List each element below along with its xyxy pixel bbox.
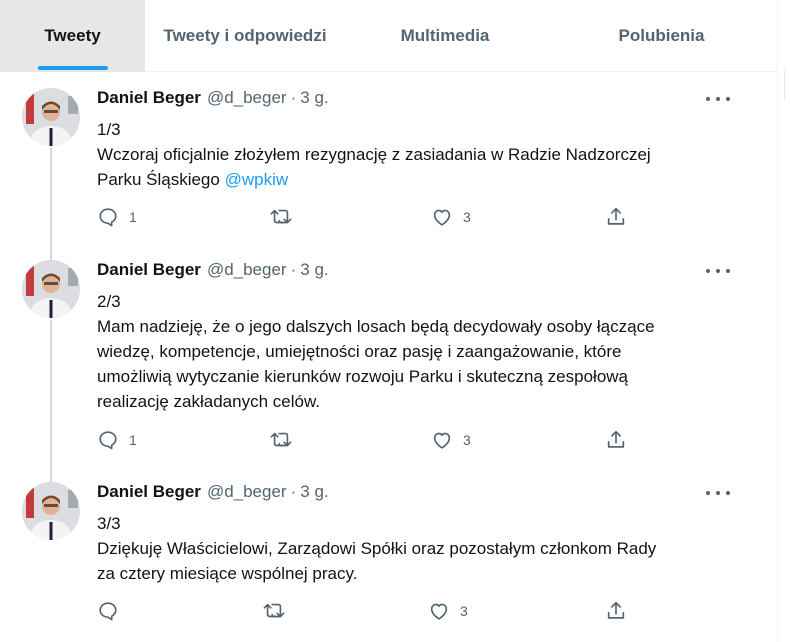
share-icon	[605, 600, 627, 622]
tab-tweets[interactable]: Tweety	[0, 0, 145, 72]
share-button[interactable]	[605, 205, 627, 229]
separator: ·	[290, 88, 297, 107]
like-icon	[431, 429, 453, 451]
more-icon[interactable]	[706, 266, 730, 276]
author-name[interactable]: Daniel Beger	[97, 482, 201, 502]
like-count: 3	[463, 209, 471, 225]
thread-connector	[50, 148, 52, 260]
mention-link[interactable]: @wpkiw	[225, 170, 289, 189]
tweet-actions: 1 3	[97, 205, 737, 229]
thread-connector	[50, 320, 52, 482]
like-count: 3	[463, 432, 471, 448]
author-handle[interactable]: @d_beger	[207, 260, 287, 280]
tab-likes[interactable]: Polubienia	[545, 0, 778, 72]
separator: ·	[290, 482, 297, 501]
reply-icon	[97, 600, 119, 622]
retweet-icon	[269, 429, 293, 451]
author-handle[interactable]: @d_beger	[207, 88, 287, 108]
active-tab-indicator	[38, 66, 108, 70]
retweet-icon	[269, 206, 293, 228]
like-button[interactable]: 3	[431, 205, 471, 229]
share-icon	[605, 206, 627, 228]
tweet-header: Daniel Beger @d_beger · 3 g.	[97, 260, 329, 282]
timestamp[interactable]: 3 g.	[300, 88, 328, 108]
profile-tabs: Tweety Tweety i odpowiedzi Multimedia Po…	[0, 0, 778, 72]
timestamp[interactable]: 3 g.	[300, 482, 328, 502]
share-button[interactable]	[605, 599, 627, 623]
tweet-line: 3/3	[97, 514, 121, 533]
tweet-line: 1/3	[97, 120, 121, 139]
tweet-line: realizację zakładanych celów.	[97, 392, 321, 411]
like-icon	[428, 600, 450, 622]
tweet-line: Mam nadzieję, że o jego dalszych losach …	[97, 317, 655, 336]
tweet-line: wiedzę, kompetencje, umiejętności oraz p…	[97, 342, 622, 361]
share-icon	[605, 429, 627, 451]
like-count: 3	[460, 603, 468, 619]
tab-media[interactable]: Multimedia	[345, 0, 545, 72]
profile-timeline: Tweety Tweety i odpowiedzi Multimedia Po…	[0, 0, 778, 642]
retweet-button[interactable]	[269, 205, 303, 229]
author-name[interactable]: Daniel Beger	[97, 260, 201, 280]
tweet-line: Wczoraj oficjalnie złożyłem rezygnację z…	[97, 145, 651, 164]
tab-label: Multimedia	[400, 26, 490, 45]
tweet-line-text: Parku Śląskiego	[97, 170, 225, 189]
like-icon	[431, 206, 453, 228]
tweet-actions: 3	[97, 599, 737, 623]
tweet[interactable]: Daniel Beger @d_beger · 3 g. 1/3 Wczoraj…	[0, 88, 778, 260]
tweet-text: 1/3 Wczoraj oficjalnie złożyłem rezygnac…	[97, 117, 737, 192]
tweet-actions: 1 3	[97, 428, 737, 452]
tweet-line: Dziękuję Właścicielowi, Zarządowi Spółki…	[97, 539, 657, 558]
tweet-line: Parku Śląskiego @wpkiw	[97, 167, 737, 192]
tab-tweets-and-replies[interactable]: Tweety i odpowiedzi	[145, 0, 345, 72]
reply-icon	[97, 206, 119, 228]
timestamp[interactable]: 3 g.	[300, 260, 328, 280]
reply-button[interactable]: 1	[97, 205, 137, 229]
tab-label: Tweety	[44, 26, 101, 45]
reply-button[interactable]	[97, 599, 129, 623]
divider	[784, 70, 785, 100]
tab-label: Tweety i odpowiedzi	[163, 26, 327, 45]
tweet-text: 2/3 Mam nadzieję, że o jego dalszych los…	[97, 289, 737, 414]
tweet-text: 3/3 Dziękuję Właścicielowi, Zarządowi Sp…	[97, 511, 737, 586]
tweet-line: 2/3	[97, 292, 121, 311]
avatar[interactable]	[22, 88, 80, 146]
retweet-icon	[262, 600, 286, 622]
retweet-button[interactable]	[262, 599, 296, 623]
avatar[interactable]	[22, 482, 80, 540]
separator: ·	[290, 260, 297, 279]
like-button[interactable]: 3	[428, 599, 468, 623]
tweet-header: Daniel Beger @d_beger · 3 g.	[97, 482, 329, 504]
tweet-header: Daniel Beger @d_beger · 3 g.	[97, 88, 329, 110]
retweet-button[interactable]	[269, 428, 303, 452]
reply-button[interactable]: 1	[97, 428, 137, 452]
tweet[interactable]: Daniel Beger @d_beger · 3 g. 3/3 Dziękuj…	[0, 482, 778, 632]
author-name[interactable]: Daniel Beger	[97, 88, 201, 108]
reply-count: 1	[129, 432, 137, 448]
author-handle[interactable]: @d_beger	[207, 482, 287, 502]
share-button[interactable]	[605, 428, 627, 452]
tweet-line: umożliwią wytyczanie kierunków rozwoju P…	[97, 367, 629, 386]
like-button[interactable]: 3	[431, 428, 471, 452]
more-icon[interactable]	[706, 488, 730, 498]
more-icon[interactable]	[706, 94, 730, 104]
tweet-line: za cztery miesiące wspólnej pracy.	[97, 564, 358, 583]
tweet[interactable]: Daniel Beger @d_beger · 3 g. 2/3 Mam nad…	[0, 260, 778, 482]
avatar[interactable]	[22, 260, 80, 318]
reply-count: 1	[129, 209, 137, 225]
tab-label: Polubienia	[618, 26, 705, 45]
reply-icon	[97, 429, 119, 451]
